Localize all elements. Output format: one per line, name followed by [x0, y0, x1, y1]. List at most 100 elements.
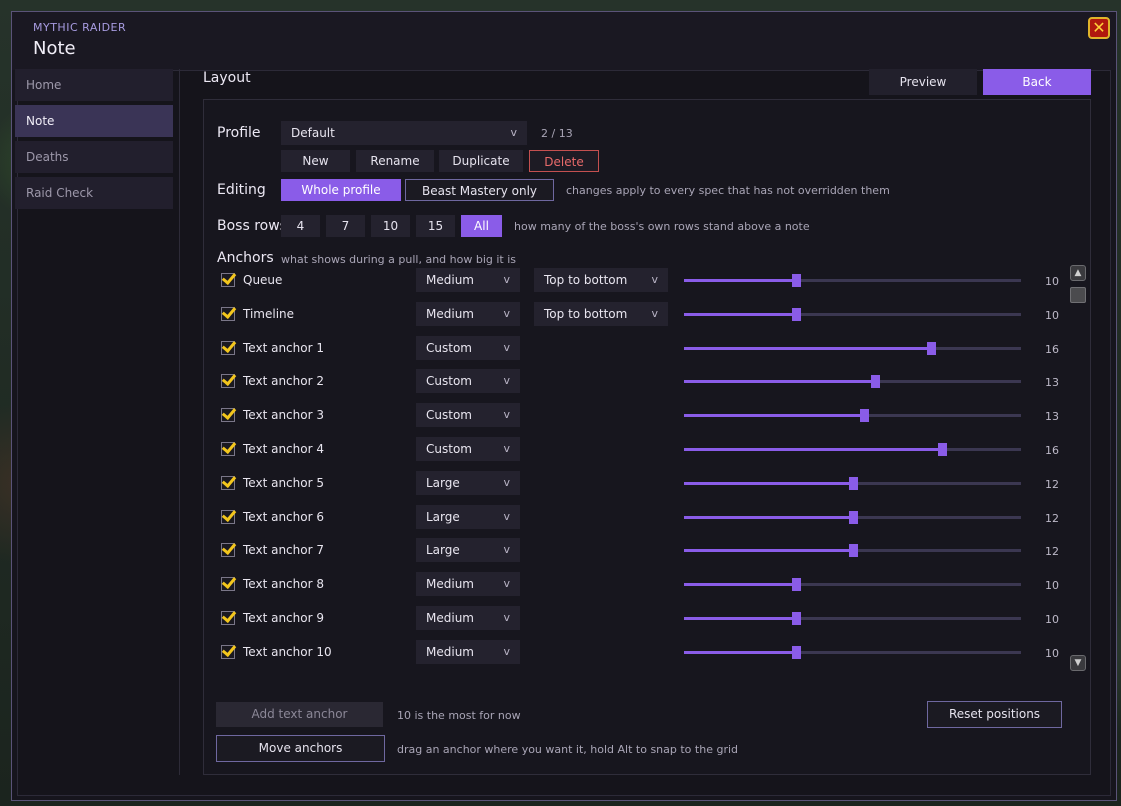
anchor-scale-slider[interactable] — [684, 477, 1021, 490]
anchor-scale-value: 16( — [1045, 343, 1059, 356]
scroll-up-button[interactable]: ▲ — [1070, 265, 1086, 281]
chevron-down-icon: v — [503, 374, 510, 387]
anchor-scale-slider[interactable] — [684, 511, 1021, 524]
slider-fill — [684, 549, 853, 552]
chevron-down-icon: v — [503, 408, 510, 421]
anchor-scale-slider[interactable] — [684, 375, 1021, 388]
slider-thumb[interactable] — [938, 443, 948, 456]
slider-thumb[interactable] — [859, 409, 869, 422]
anchor-size-dropdown[interactable]: Medium v — [416, 302, 520, 326]
anchor-enabled-checkbox[interactable] — [221, 476, 235, 490]
anchor-row: Text anchor 1 Custom v 16( — [204, 336, 1074, 362]
anchor-row: Text anchor 6 Large v 12! — [204, 505, 1074, 531]
anchor-enabled-checkbox[interactable] — [221, 374, 235, 388]
slider-thumb[interactable] — [792, 274, 802, 287]
slider-fill — [684, 414, 864, 417]
anchor-size-dropdown[interactable]: Large v — [416, 538, 520, 562]
anchor-size-value: Medium — [426, 611, 474, 625]
slider-fill — [684, 347, 932, 350]
close-button[interactable]: ✕ — [1088, 17, 1110, 39]
slider-fill — [684, 516, 853, 519]
anchor-size-dropdown[interactable]: Custom v — [416, 369, 520, 393]
anchor-direction-dropdown[interactable]: Top to bottom v — [534, 302, 668, 326]
slider-thumb[interactable] — [848, 477, 858, 490]
chevron-down-icon: v — [503, 442, 510, 455]
sidebar-item-note[interactable]: Note — [15, 105, 173, 137]
anchor-enabled-checkbox[interactable] — [221, 307, 235, 321]
slider-fill — [684, 617, 797, 620]
anchor-enabled-checkbox[interactable] — [221, 611, 235, 625]
anchor-scale-slider[interactable] — [684, 342, 1021, 355]
anchor-size-dropdown[interactable]: Large v — [416, 471, 520, 495]
anchor-scale-slider[interactable] — [684, 308, 1021, 321]
anchor-name: Text anchor 6 — [243, 510, 324, 524]
anchor-enabled-checkbox[interactable] — [221, 341, 235, 355]
anchor-size-dropdown[interactable]: Large v — [416, 505, 520, 529]
anchor-size-value: Medium — [426, 307, 474, 321]
slider-thumb[interactable] — [792, 578, 802, 591]
anchor-row: Text anchor 9 Medium v 10( — [204, 606, 1074, 632]
chevron-down-icon: v — [503, 543, 510, 556]
slider-thumb[interactable] — [792, 612, 802, 625]
anchor-enabled-checkbox[interactable] — [221, 510, 235, 524]
scroll-down-button[interactable]: ▼ — [1070, 655, 1086, 671]
anchor-scale-slider[interactable] — [684, 612, 1021, 625]
anchor-size-dropdown[interactable]: Medium v — [416, 640, 520, 664]
anchor-scale-slider[interactable] — [684, 578, 1021, 591]
add-text-anchor-button[interactable]: Add text anchor — [216, 702, 383, 727]
sidebar-item-deaths[interactable]: Deaths — [15, 141, 173, 173]
anchor-direction-dropdown[interactable]: Top to bottom v — [534, 268, 668, 292]
anchor-size-value: Medium — [426, 273, 474, 287]
anchor-enabled-checkbox[interactable] — [221, 442, 235, 456]
anchor-size-dropdown[interactable]: Custom v — [416, 403, 520, 427]
preview-button[interactable]: Preview — [869, 69, 977, 95]
anchor-name: Queue — [243, 273, 283, 287]
chevron-down-icon: v — [503, 341, 510, 354]
slider-thumb[interactable] — [792, 646, 802, 659]
anchor-name: Timeline — [243, 307, 295, 321]
anchor-enabled-checkbox[interactable] — [221, 645, 235, 659]
anchor-scale-slider[interactable] — [684, 443, 1021, 456]
anchor-scale-slider[interactable] — [684, 646, 1021, 659]
move-anchors-button[interactable]: Move anchors — [216, 735, 385, 762]
anchor-name: Text anchor 8 — [243, 577, 324, 591]
anchor-size-dropdown[interactable]: Custom v — [416, 336, 520, 360]
anchor-size-value: Custom — [426, 442, 472, 456]
anchor-enabled-checkbox[interactable] — [221, 273, 235, 287]
scrollbar-thumb[interactable] — [1070, 287, 1086, 303]
anchor-scale-slider[interactable] — [684, 544, 1021, 557]
slider-thumb[interactable] — [927, 342, 937, 355]
sidebar-divider — [179, 69, 180, 775]
slider-thumb[interactable] — [870, 375, 880, 388]
anchor-enabled-checkbox[interactable] — [221, 577, 235, 591]
anchor-size-dropdown[interactable]: Medium v — [416, 606, 520, 630]
slider-thumb[interactable] — [848, 544, 858, 557]
anchor-scale-value: 12! — [1045, 545, 1059, 558]
slider-fill — [684, 313, 797, 316]
window-header: MYTHIC RAIDER Note ✕ — [12, 12, 1116, 70]
anchor-scale-slider[interactable] — [684, 274, 1021, 287]
sidebar-item-raid-check[interactable]: Raid Check — [15, 177, 173, 209]
anchor-row: Text anchor 2 Custom v 13! — [204, 369, 1074, 395]
reset-positions-button[interactable]: Reset positions — [927, 701, 1062, 728]
anchor-scale-value: 10( — [1045, 613, 1059, 626]
back-button[interactable]: Back — [983, 69, 1091, 95]
anchor-size-dropdown[interactable]: Medium v — [416, 268, 520, 292]
anchor-name: Text anchor 4 — [243, 442, 324, 456]
slider-fill — [684, 583, 797, 586]
anchor-size-dropdown[interactable]: Medium v — [416, 572, 520, 596]
anchor-scale-slider[interactable] — [684, 409, 1021, 422]
anchor-enabled-checkbox[interactable] — [221, 408, 235, 422]
anchor-scale-value: 10( — [1045, 275, 1059, 288]
anchor-size-dropdown[interactable]: Custom v — [416, 437, 520, 461]
anchor-size-value: Custom — [426, 408, 472, 422]
slider-thumb[interactable] — [848, 511, 858, 524]
slider-thumb[interactable] — [792, 308, 802, 321]
anchor-row: Text anchor 4 Custom v 16! — [204, 437, 1074, 463]
sidebar-item-home[interactable]: Home — [15, 69, 173, 101]
anchor-enabled-checkbox[interactable] — [221, 543, 235, 557]
anchor-name: Text anchor 9 — [243, 611, 324, 625]
chevron-down-icon: v — [651, 307, 658, 320]
chevron-down-icon: v — [503, 476, 510, 489]
chevron-down-icon: v — [503, 510, 510, 523]
